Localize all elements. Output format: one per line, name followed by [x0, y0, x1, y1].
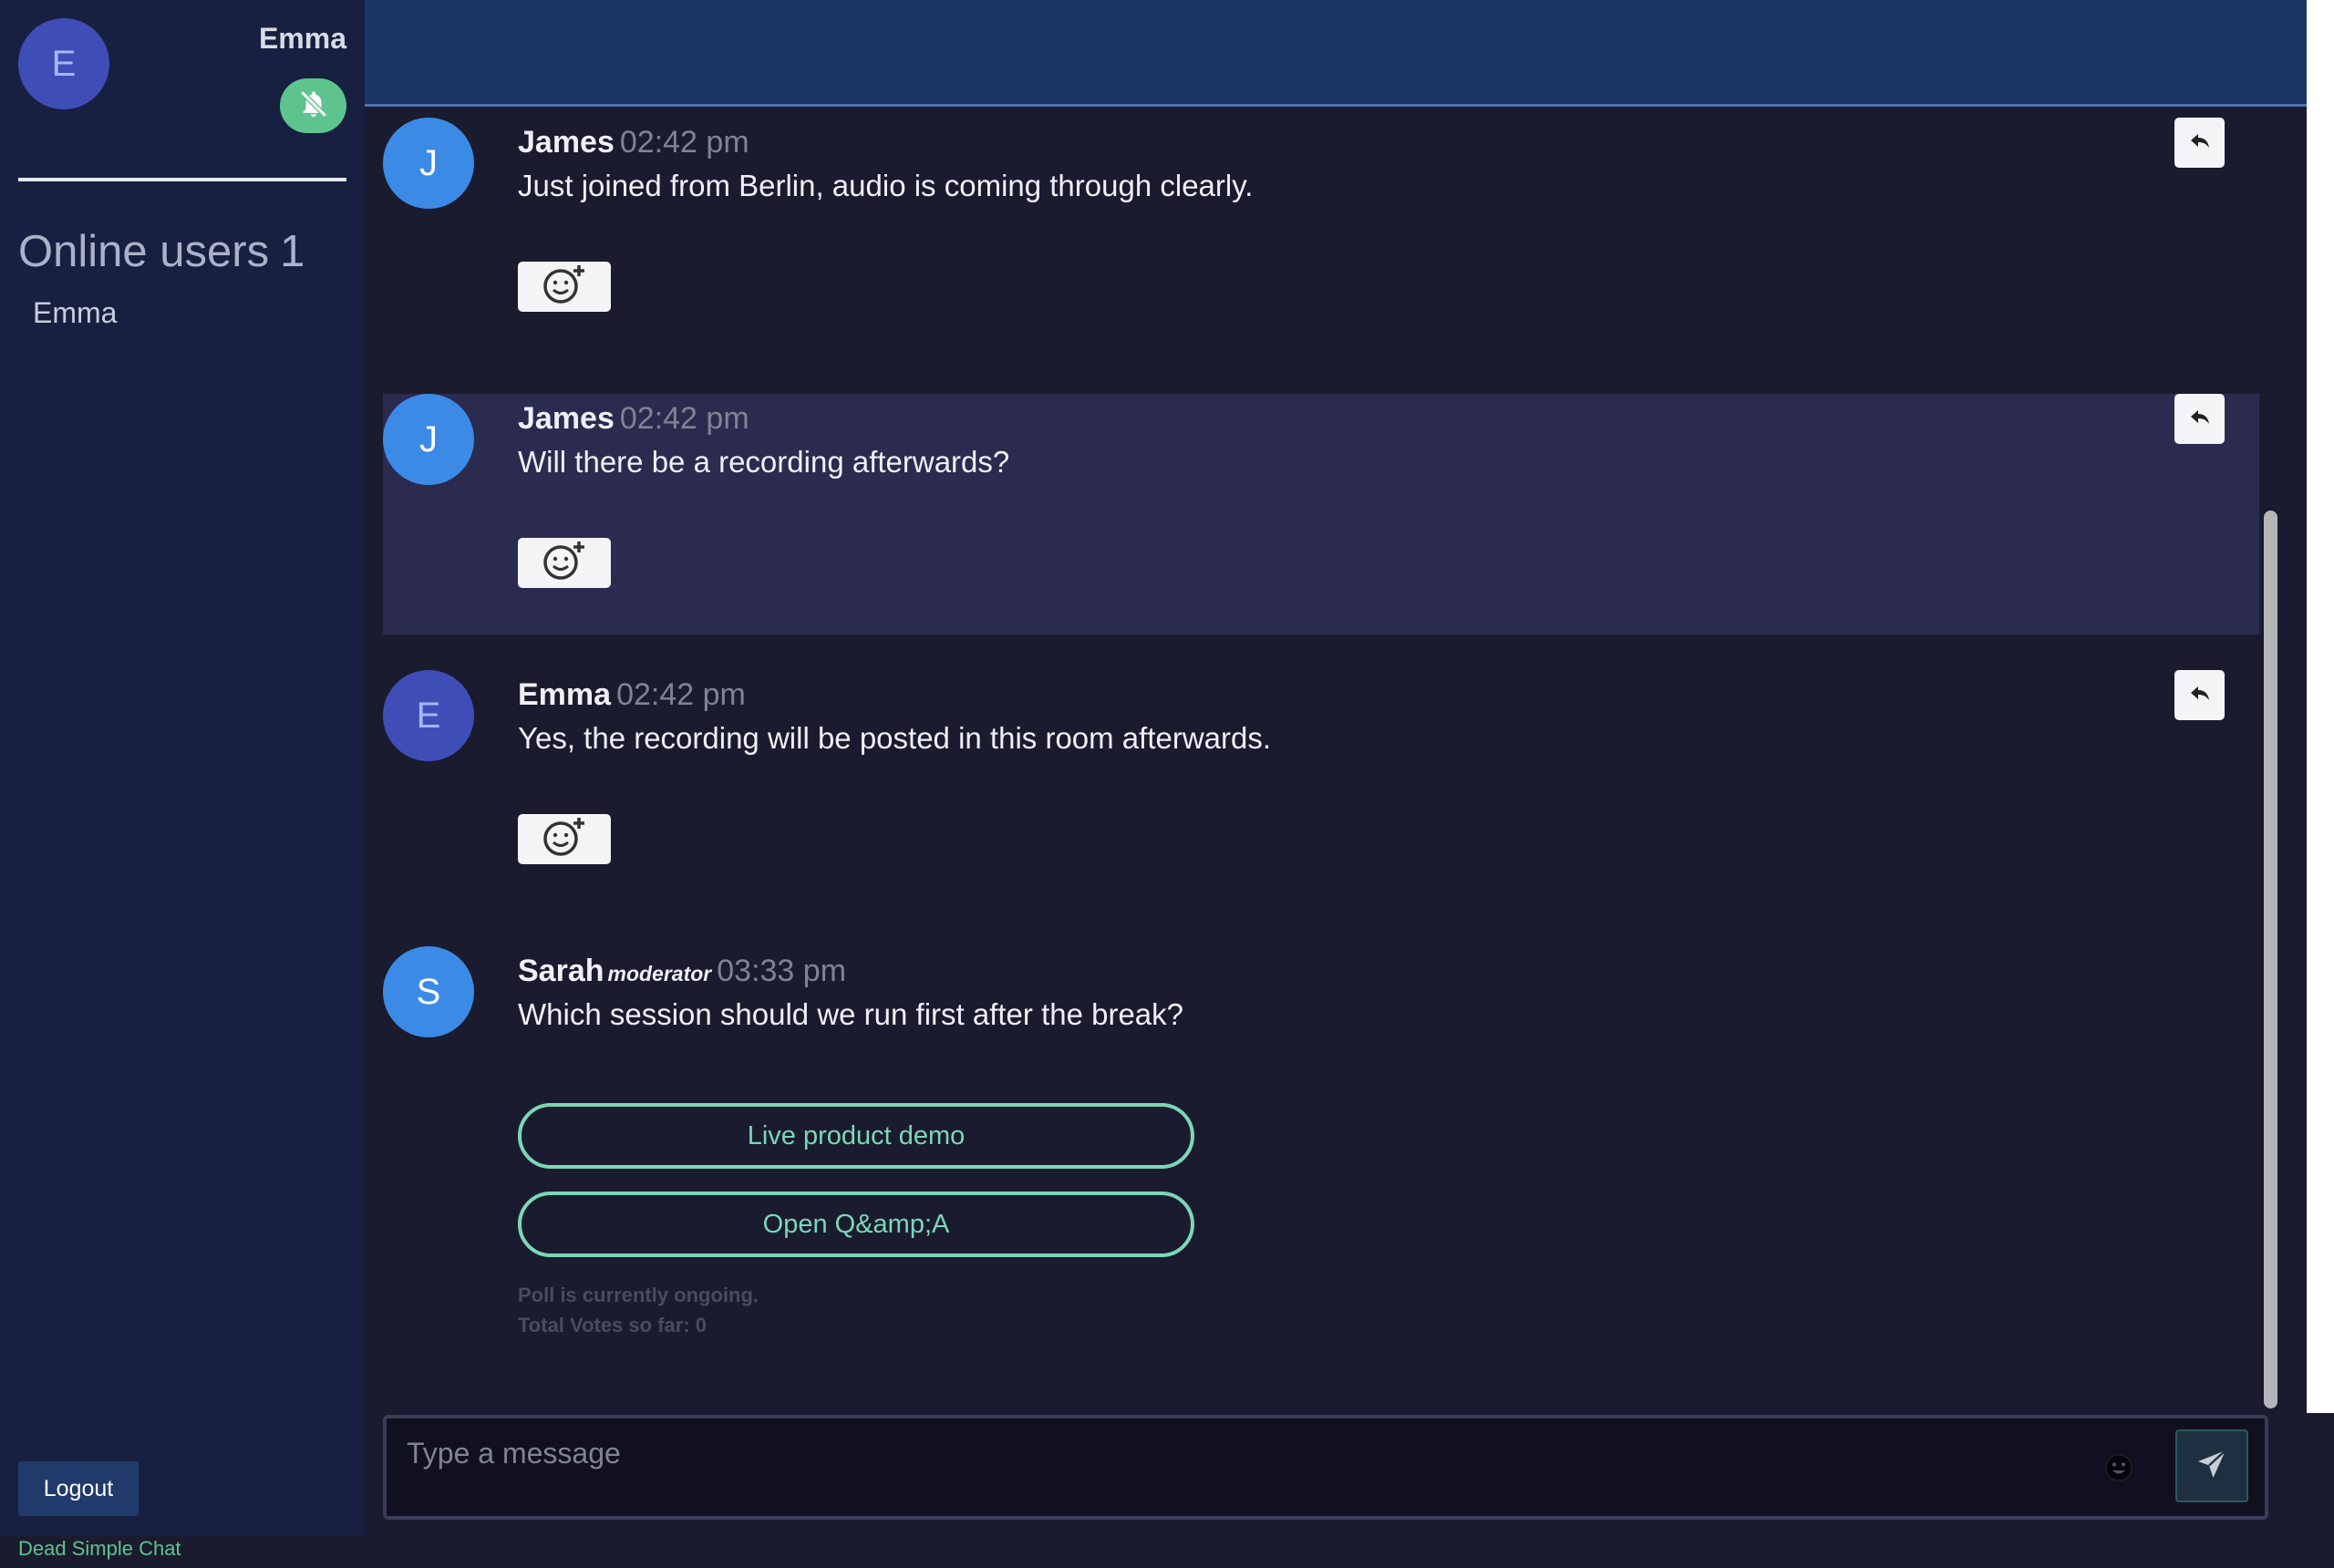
add-reaction-button[interactable]: [518, 538, 611, 588]
message-text: Will there be a recording afterwards?: [518, 445, 1010, 479]
avatar: J: [383, 118, 474, 209]
message-author: James: [518, 401, 614, 436]
emoji-button[interactable]: [2102, 1453, 2135, 1486]
sidebar: E Emma Online users 1 Emma Logout: [0, 0, 365, 1536]
message-input[interactable]: [405, 1426, 2091, 1480]
mute-notifications-button[interactable]: [280, 78, 346, 133]
message-header: James 02:42 pm: [518, 401, 749, 437]
send-button[interactable]: [2175, 1429, 2248, 1502]
chat-header: [365, 0, 2307, 107]
online-user-item[interactable]: Emma: [33, 296, 117, 330]
emoji-icon: [2103, 1452, 2134, 1488]
message-composer: [383, 1415, 2268, 1520]
avatar: E: [383, 670, 474, 761]
poll-status: Poll is currently ongoing.: [518, 1284, 759, 1306]
reply-icon: [2189, 684, 2211, 707]
message-header: Emma 02:42 pm: [518, 677, 746, 713]
avatar: E: [18, 18, 109, 109]
online-users-count: 1: [280, 227, 305, 276]
online-users-heading: Online users 1: [18, 226, 305, 277]
message-text: Yes, the recording will be posted in thi…: [518, 721, 1272, 755]
logout-button[interactable]: Logout: [18, 1461, 139, 1516]
poll-message: S Sarah moderator 03:33 pm Which session s…: [383, 946, 2275, 1338]
current-user-name: Emma: [258, 22, 346, 55]
message-time: 02:42 pm: [619, 401, 749, 436]
sidebar-divider: [18, 178, 346, 181]
reply-button[interactable]: [2174, 394, 2225, 444]
message-item: J James 02:42 pm Will there be a recordin…: [383, 394, 2275, 634]
message-author: Emma: [518, 677, 612, 712]
send-icon: [2195, 1448, 2228, 1485]
avatar: J: [383, 394, 474, 485]
add-reaction-icon: [539, 263, 590, 310]
add-reaction-icon: [539, 816, 590, 862]
message-text: Which session should we run first after …: [518, 997, 1184, 1031]
reply-button[interactable]: [2174, 670, 2225, 720]
message-time: 03:33 pm: [717, 954, 847, 988]
reply-icon: [2189, 407, 2211, 430]
scrollbar-thumb[interactable]: [2264, 511, 2277, 1408]
poll-vote-count: Total Votes so far: 0: [518, 1314, 707, 1336]
message-item: J James 02:42 pm Just joined from Berlin,…: [383, 118, 2275, 391]
scrollbar-gutter: [2307, 0, 2334, 1413]
moderator-badge: moderator: [607, 962, 712, 985]
add-reaction-button[interactable]: [518, 262, 611, 312]
brand-link[interactable]: Dead Simple Chat: [18, 1537, 181, 1561]
add-reaction-button[interactable]: [518, 814, 611, 864]
bell-slash-icon: [298, 88, 329, 124]
reply-button[interactable]: [2174, 118, 2225, 168]
message-item: E Emma 02:42 pm Yes, the recording will b…: [383, 670, 2275, 889]
message-time: 02:42 pm: [619, 125, 749, 160]
message-author: Sarah: [518, 954, 604, 988]
poll-option-button[interactable]: Live product demo: [518, 1103, 1194, 1169]
online-users-list: Emma: [33, 296, 117, 330]
poll-option-button[interactable]: Open Q&amp;A: [518, 1191, 1194, 1257]
message-header: James 02:42 pm: [518, 125, 749, 160]
add-reaction-icon: [539, 540, 590, 586]
message-time: 02:42 pm: [616, 677, 746, 712]
online-users-title: Online users: [18, 227, 270, 276]
message-text: Just joined from Berlin, audio is coming…: [518, 169, 1254, 202]
message-header: Sarah moderator 03:33 pm: [518, 954, 846, 989]
avatar: S: [383, 946, 474, 1037]
reply-icon: [2189, 131, 2211, 154]
message-author: James: [518, 125, 614, 160]
